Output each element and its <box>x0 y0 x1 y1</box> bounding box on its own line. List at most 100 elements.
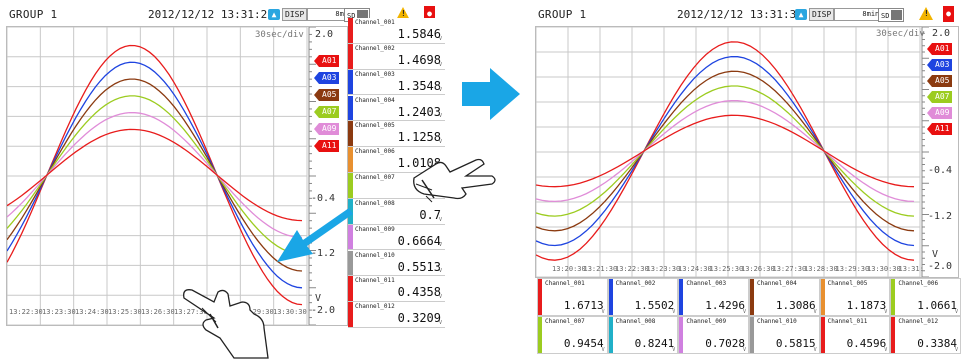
channel-value-cell-right[interactable]: Channel_001 1.6713 V <box>537 278 608 316</box>
channel-value: 1.3548 <box>397 78 441 93</box>
channel-unit: V <box>813 347 817 353</box>
channel-value-cell[interactable]: Channel_003 1.3548 V <box>348 69 445 96</box>
channel-value: 1.1258 <box>397 130 441 145</box>
channel-tag: A09 <box>927 107 952 119</box>
time-axis-label: 13:29:30 <box>835 265 870 273</box>
channel-tag: A11 <box>927 123 952 135</box>
channel-name: Channel_001 <box>545 280 585 287</box>
channel-value-cell-right[interactable]: Channel_002 1.5502 V <box>607 278 679 316</box>
disp-label-right: DISP <box>809 8 835 21</box>
channel-name: Channel_010 <box>757 318 797 325</box>
channel-value: 0.5815 <box>775 337 816 350</box>
channel-value-cell[interactable]: Channel_012 0.3209 V <box>348 302 445 328</box>
time-axis-label: 13:20:30 <box>552 265 586 273</box>
group-title: GROUP 1 <box>9 8 58 21</box>
channel-value-cell[interactable]: Channel_004 1.2403 V <box>348 95 445 122</box>
channel-unit: V <box>884 309 888 315</box>
channel-tag: A11 <box>314 140 339 152</box>
channel-value: 0.4596 <box>846 337 887 350</box>
channel-name: Channel_005 <box>355 122 395 130</box>
time-axis-label: 13:30:30 <box>867 265 901 273</box>
channel-name: Channel_002 <box>615 280 656 287</box>
channel-value: 0.5513 <box>397 259 441 274</box>
trend-line-4 <box>7 95 303 255</box>
channel-value-cell-right[interactable]: Channel_009 0.7028 V <box>678 316 749 354</box>
channel-value-cell[interactable]: Channel_001 1.5846 V <box>348 18 445 44</box>
channel-value-cell[interactable]: Channel_002 1.4698 V <box>348 43 445 70</box>
trend-line-6 <box>536 114 915 188</box>
warning-icon-right[interactable]: ! <box>919 7 933 20</box>
channel-unit: V <box>438 139 442 146</box>
channel-unit: V <box>672 309 676 315</box>
channel-name: Channel_005 <box>827 280 868 287</box>
channel-unit: V <box>438 113 442 120</box>
channel-value: 0.6664 <box>397 233 441 248</box>
scale-mid-1-right: -0.4 <box>928 165 953 176</box>
channel-name: Channel_004 <box>355 96 395 104</box>
channel-unit: V <box>742 347 746 353</box>
channel-unit: V <box>884 347 888 353</box>
scale-mid-2-right: -1.2 <box>928 211 953 222</box>
channel-unit: V <box>672 347 676 353</box>
channel-value: 0.3384 <box>917 337 957 350</box>
channel-value-cell-right[interactable]: Channel_012 0.3384 V <box>890 316 961 354</box>
channel-value-cell-right[interactable]: Channel_008 0.8241 V <box>607 316 679 354</box>
channel-unit: V <box>601 347 605 353</box>
swipe-hand-icon <box>413 158 496 203</box>
channel-color-bar <box>820 279 825 315</box>
channel-name: Channel_009 <box>686 318 727 325</box>
channel-name: Channel_006 <box>898 280 939 287</box>
channel-value-cell-right[interactable]: Channel_007 0.9454 V <box>537 316 608 354</box>
channel-tag: A01 <box>927 43 952 55</box>
group-title-right: GROUP 1 <box>538 8 587 21</box>
time-axis-label: 13:26:30 <box>741 265 775 273</box>
channel-tag: A07 <box>314 106 339 118</box>
channel-color-bar <box>348 69 353 95</box>
channel-tag: A03 <box>927 59 952 71</box>
disp-button-right[interactable]: ▲ DISP 8min <box>795 8 883 21</box>
time-axis-label: 13:22:30 <box>9 308 43 316</box>
channel-tag: A01 <box>314 55 339 67</box>
channel-value-cell-right[interactable]: Channel_011 0.4596 V <box>819 316 891 354</box>
channel-tag: A07 <box>927 91 952 103</box>
channel-value: 1.1873 <box>846 299 887 312</box>
channel-name: Channel_006 <box>355 148 395 156</box>
channel-value: 0.9454 <box>563 337 604 350</box>
channel-color-bar <box>820 317 825 353</box>
trend-line-4 <box>536 85 915 217</box>
channel-value-cell[interactable]: Channel_009 0.6664 V <box>348 224 445 251</box>
channel-name: Channel_011 <box>827 318 868 325</box>
time-axis-label: 13:26:30 <box>141 308 175 316</box>
trend-display-right[interactable]: 30sec/div 2.0 -0.4 -1.2 V -2.0 A01 A03 A05… <box>535 26 959 278</box>
time-axis-label: 13:31: <box>898 265 924 273</box>
trend-grid-right <box>536 27 929 277</box>
swipe-hand-icon-lower <box>183 289 269 359</box>
channel-unit: V <box>438 268 442 275</box>
alarm-icon-right[interactable]: ● <box>943 6 954 22</box>
channel-value-cell-right[interactable]: Channel_005 1.1873 V <box>819 278 891 316</box>
trend-display[interactable]: 30sec/div 2.0 -0.4 -1.2 V -2.0 A01 A03 A05… <box>6 26 348 326</box>
channel-value-cell-right[interactable]: Channel_003 1.4296 V <box>678 278 749 316</box>
trend-line-2 <box>7 61 303 289</box>
disp-button[interactable]: ▲ DISP 8min <box>268 8 356 21</box>
channel-value-cell[interactable]: Channel_011 0.4358 V <box>348 276 445 303</box>
channel-value-cell[interactable]: Channel_010 0.5513 V <box>348 250 445 277</box>
time-axis-label: 13:28:30 <box>804 265 838 273</box>
time-axis-label: 13:23:30 <box>42 308 76 316</box>
channel-value-cell-right[interactable]: Channel_010 0.5815 V <box>749 316 820 354</box>
channel-name: Channel_007 <box>355 174 395 181</box>
channel-unit: V <box>438 87 442 94</box>
left-screen: GROUP 1 2012/12/12 13:31:26 ▲ DISP 8min … <box>0 0 496 360</box>
channel-value-cell-right[interactable]: Channel_006 1.0661 V <box>890 278 961 316</box>
trend-line-3 <box>536 70 915 232</box>
channel-value-cell-right[interactable]: Channel_004 1.3086 V <box>749 278 820 316</box>
channel-tag: A05 <box>927 75 952 87</box>
channel-name: Channel_011 <box>355 277 395 285</box>
channel-unit: V <box>438 242 442 249</box>
trend-line-5 <box>7 111 303 239</box>
channel-value: 1.2403 <box>397 104 441 119</box>
scale-max: 2.0 <box>315 29 334 40</box>
channel-value-cell[interactable]: Channel_005 1.1258 V <box>348 121 445 148</box>
channel-color-bar <box>750 279 754 315</box>
digital-values-panel-right: Channel_001 1.6713 V Channel_002 1.5502 V Chan… <box>537 278 961 354</box>
